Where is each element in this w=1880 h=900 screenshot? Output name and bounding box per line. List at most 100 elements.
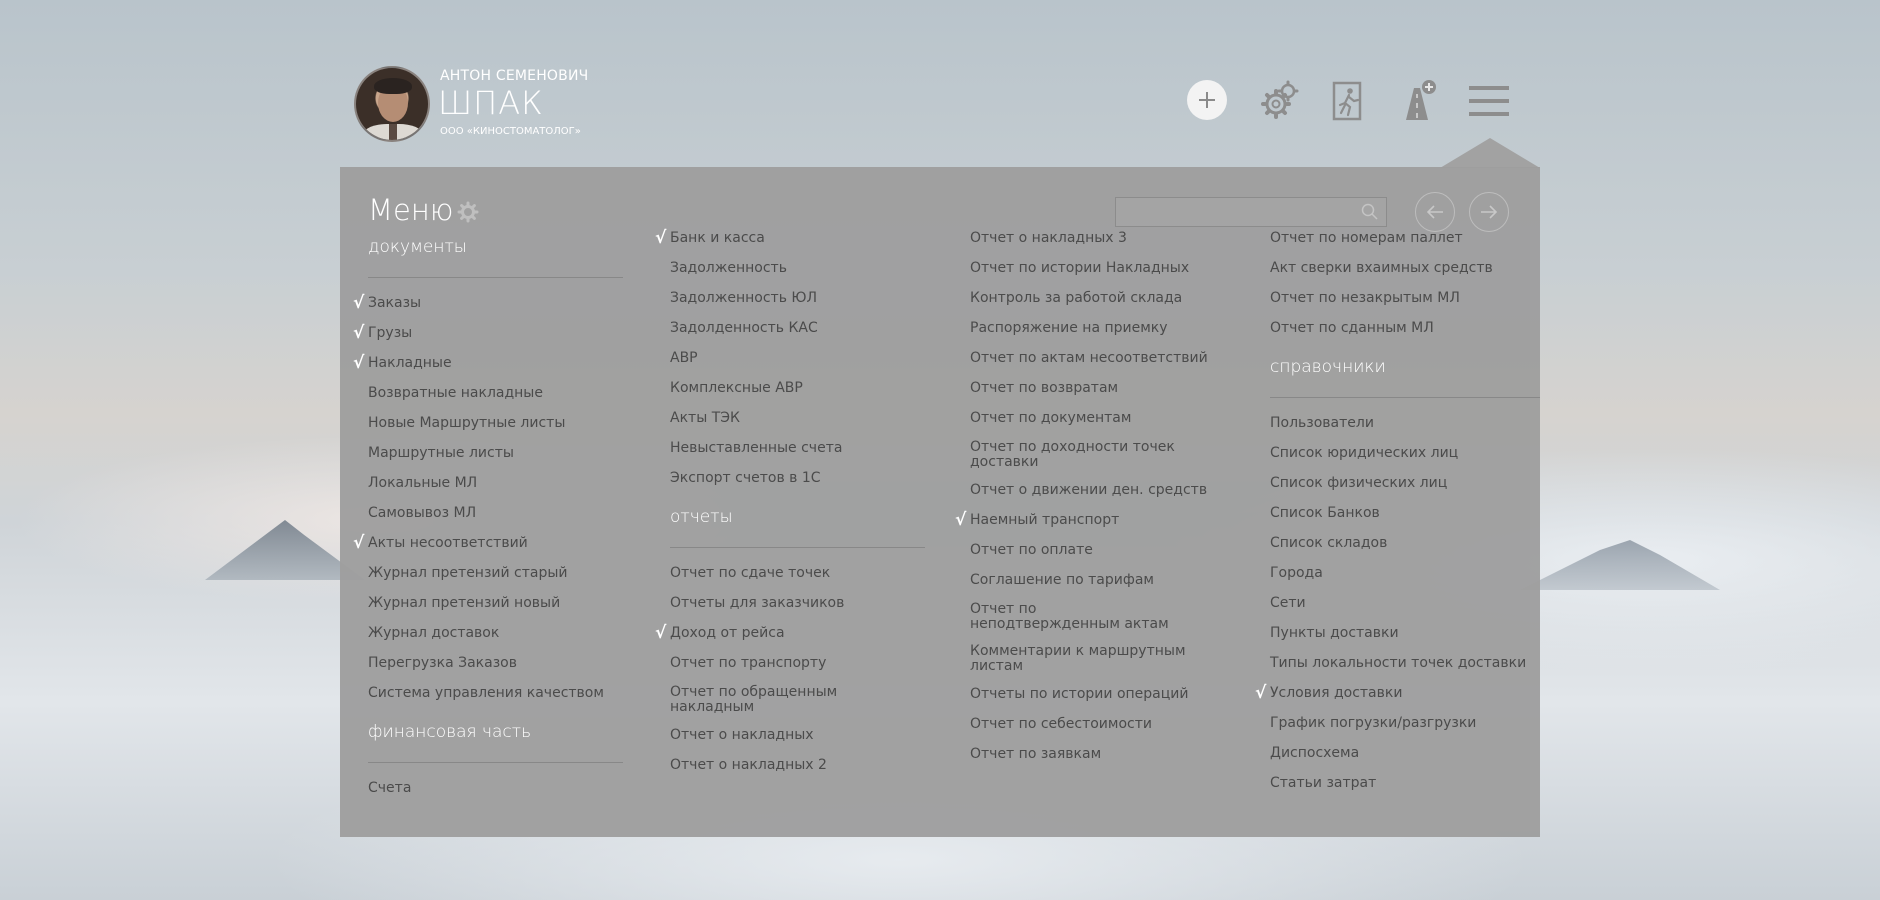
menu-item[interactable]: √ Заказы bbox=[353, 288, 618, 318]
menu-button[interactable] bbox=[1466, 78, 1512, 124]
menu-item[interactable]: Список Банков bbox=[1270, 498, 1520, 528]
menu-item[interactable]: Система управления качеством bbox=[368, 678, 618, 708]
menu-item-label: Отчет по оплате bbox=[970, 542, 1093, 558]
menu-item[interactable]: Задолженность ЮЛ bbox=[670, 283, 920, 313]
menu-item-label: Типы локальности точек доставки bbox=[1270, 655, 1527, 671]
menu-item-label: Самовывоз МЛ bbox=[368, 505, 477, 521]
menu-item[interactable]: Статьи затрат bbox=[1270, 768, 1520, 798]
hamburger-icon bbox=[1469, 86, 1509, 116]
menu-panel: Меню документы √ Заказы √ Грузы √ Накладные Воз… bbox=[340, 167, 1540, 837]
menu-item[interactable]: √ Грузы bbox=[353, 318, 618, 348]
menu-item[interactable]: Отчет по сдаче точек bbox=[670, 558, 920, 588]
menu-section-heading: отчеты bbox=[670, 493, 925, 548]
road-add-icon bbox=[1406, 80, 1436, 120]
menu-column-4: Отчет по номерам паллет Акт сверки вхаимн… bbox=[1255, 223, 1540, 798]
menu-item-label: Отчет по себестоимости bbox=[970, 716, 1152, 732]
menu-item[interactable]: Журнал претензий старый bbox=[368, 558, 618, 588]
menu-item[interactable]: Отчет по документам bbox=[970, 403, 1220, 433]
menu-item[interactable]: Отчет о накладных 3 bbox=[970, 223, 1220, 253]
menu-item[interactable]: Экспорт счетов в 1С bbox=[670, 463, 920, 493]
menu-item[interactable]: Отчет по оплате bbox=[970, 535, 1220, 565]
menu-item[interactable]: Список физических лиц bbox=[1270, 468, 1520, 498]
menu-item[interactable]: Города bbox=[1270, 558, 1520, 588]
add-button[interactable] bbox=[1187, 80, 1227, 120]
menu-item[interactable]: √ Накладные bbox=[353, 348, 618, 378]
menu-item[interactable]: Перегрузка Заказов bbox=[368, 648, 618, 678]
menu-item[interactable]: Контроль за работой склада bbox=[970, 283, 1220, 313]
user-avatar[interactable] bbox=[354, 66, 430, 142]
menu-item-label: Отчет по сдаче точек bbox=[670, 565, 831, 581]
checkmark-icon: √ bbox=[353, 323, 365, 343]
menu-item[interactable]: Отчет о накладных bbox=[670, 720, 920, 750]
menu-item[interactable]: Акты ТЭК bbox=[670, 403, 920, 433]
menu-item[interactable]: Список юридических лиц bbox=[1270, 438, 1520, 468]
menu-item[interactable]: Типы локальности точек доставки bbox=[1270, 648, 1526, 678]
menu-item[interactable]: Журнал претензий новый bbox=[368, 588, 618, 618]
menu-item[interactable]: √ Условия доставки bbox=[1255, 678, 1520, 708]
menu-item[interactable]: График погрузки/разгрузки bbox=[1270, 708, 1520, 738]
menu-item[interactable]: Журнал доставок bbox=[368, 618, 618, 648]
menu-item[interactable]: Отчет по транспорту bbox=[670, 648, 920, 678]
menu-item[interactable]: Задолденность КАС bbox=[670, 313, 920, 343]
menu-item[interactable]: Счета bbox=[368, 773, 618, 803]
add-route-button[interactable] bbox=[1396, 78, 1442, 124]
menu-item-label: Отчет по истории Накладных bbox=[970, 260, 1190, 276]
menu-item-label: Акт сверки вхаимных средств bbox=[1270, 260, 1493, 276]
menu-item[interactable]: Отчет по сданным МЛ bbox=[1270, 313, 1520, 343]
menu-item-label: АВР bbox=[670, 350, 698, 366]
menu-item[interactable]: Диспосхема bbox=[1270, 738, 1520, 768]
menu-item[interactable]: Отчет о движении ден. средств bbox=[970, 475, 1220, 505]
menu-item-label: Отчет о движении ден. средств bbox=[970, 482, 1208, 498]
menu-item-label: Новые Маршрутные листы bbox=[368, 415, 566, 431]
gear-icon[interactable] bbox=[457, 201, 479, 223]
menu-item[interactable]: Отчет по заявкам bbox=[970, 739, 1220, 769]
menu-item[interactable]: Отчет по номерам паллет bbox=[1270, 223, 1520, 253]
menu-item[interactable]: Самовывоз МЛ bbox=[368, 498, 618, 528]
menu-item-list: Пользователи Список юридических лиц Список… bbox=[1255, 398, 1540, 798]
search-input[interactable] bbox=[1124, 198, 1353, 226]
menu-item-label: Условия доставки bbox=[1270, 685, 1403, 701]
menu-item-label: Отчет по транспорту bbox=[670, 655, 827, 671]
menu-item-label: Комплексные АВР bbox=[670, 380, 803, 396]
menu-item[interactable]: Отчет по незакрытым МЛ bbox=[1270, 283, 1520, 313]
menu-item[interactable]: Отчеты для заказчиков bbox=[670, 588, 920, 618]
menu-title: Меню bbox=[368, 193, 454, 227]
checkmark-icon: √ bbox=[353, 533, 365, 553]
menu-item[interactable]: Комментарии к маршрутным листам bbox=[970, 637, 1190, 679]
menu-item[interactable]: Сети bbox=[1270, 588, 1520, 618]
menu-item[interactable]: Локальные МЛ bbox=[368, 468, 618, 498]
search-icon[interactable] bbox=[1360, 202, 1380, 222]
menu-item[interactable]: Задолженность bbox=[670, 253, 920, 283]
menu-item[interactable]: √ Акты несоответствий bbox=[353, 528, 618, 558]
menu-item[interactable]: Список складов bbox=[1270, 528, 1520, 558]
menu-item[interactable]: Отчет о накладных 2 bbox=[670, 750, 920, 780]
exit-button[interactable] bbox=[1325, 78, 1371, 124]
menu-item[interactable]: Отчет по неподтвержденным актам bbox=[970, 595, 1190, 637]
menu-item[interactable]: Распоряжение на приемку bbox=[970, 313, 1220, 343]
menu-item[interactable]: Отчет по себестоимости bbox=[970, 709, 1220, 739]
menu-item[interactable]: Соглашение по тарифам bbox=[970, 565, 1220, 595]
menu-item[interactable]: Комплексные АВР bbox=[670, 373, 920, 403]
menu-item[interactable]: Отчет по доходности точек доставки bbox=[970, 433, 1190, 475]
menu-item[interactable]: Маршрутные листы bbox=[368, 438, 618, 468]
menu-item[interactable]: √ Доход от рейса bbox=[655, 618, 920, 648]
menu-item[interactable]: Акт сверки вхаимных средств bbox=[1270, 253, 1520, 283]
menu-item-label: Грузы bbox=[368, 325, 413, 341]
panel-pointer bbox=[1440, 138, 1540, 168]
menu-item[interactable]: АВР bbox=[670, 343, 920, 373]
menu-item-label: Отчет о накладных 2 bbox=[670, 757, 827, 773]
menu-item[interactable]: Отчет по обращенным накладным bbox=[670, 678, 890, 720]
menu-item[interactable]: Отчет по возвратам bbox=[970, 373, 1220, 403]
menu-item[interactable]: Отчет по истории Накладных bbox=[970, 253, 1220, 283]
menu-item[interactable]: Возвратные накладные bbox=[368, 378, 618, 408]
menu-item[interactable]: √ Наемный транспорт bbox=[955, 505, 1220, 535]
menu-item[interactable]: Пункты доставки bbox=[1270, 618, 1520, 648]
menu-item[interactable]: Пользователи bbox=[1270, 408, 1520, 438]
menu-item[interactable]: Новые Маршрутные листы bbox=[368, 408, 618, 438]
menu-item[interactable]: Невыставленные счета bbox=[670, 433, 920, 463]
menu-item[interactable]: Отчеты по истории операций bbox=[970, 679, 1220, 709]
menu-item[interactable]: √ Банк и касса bbox=[655, 223, 920, 253]
checkmark-icon: √ bbox=[655, 623, 667, 643]
menu-item[interactable]: Отчет по актам несоответствий bbox=[970, 343, 1220, 373]
settings-button[interactable] bbox=[1256, 78, 1302, 124]
